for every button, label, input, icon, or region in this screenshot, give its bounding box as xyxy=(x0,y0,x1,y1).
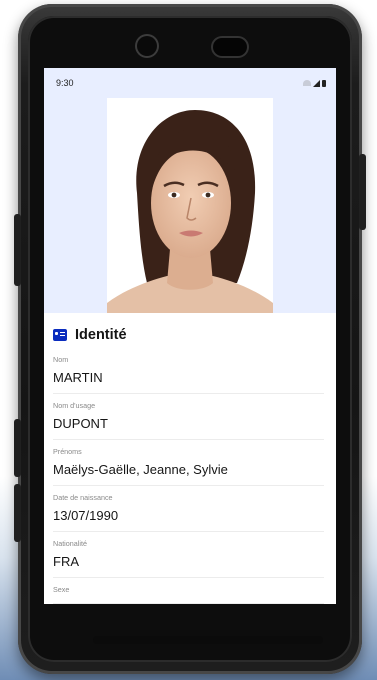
field-nom-usage: Nom d'usage DUPONT xyxy=(53,401,324,440)
volume-up-button xyxy=(14,419,21,477)
stage: 9:30 Identité Nom MARTIN Nom d'usage DUP… xyxy=(0,0,377,680)
field-value: DUPONT xyxy=(53,416,108,431)
bottom-speaker xyxy=(93,636,323,644)
sensor-icon xyxy=(213,38,247,56)
field-nationalite: Nationalité FRA xyxy=(53,539,324,578)
volume-down-button xyxy=(14,484,21,542)
status-icons xyxy=(303,79,326,87)
status-time: 9:30 xyxy=(56,78,74,88)
power-button xyxy=(359,154,366,230)
signal-icon xyxy=(313,79,320,87)
identity-header: Identité xyxy=(53,327,324,343)
battery-icon xyxy=(322,79,326,87)
identity-photo xyxy=(107,98,273,313)
section-title: Identité xyxy=(75,327,127,343)
field-prenoms: Prénoms Maëlys-Gaëlle, Jeanne, Sylvie xyxy=(53,447,324,486)
front-camera-icon xyxy=(137,36,157,56)
portrait-image xyxy=(107,98,273,313)
field-label: Nom xyxy=(53,355,69,364)
field-value: FRA xyxy=(53,554,79,569)
field-value: 13/07/1990 xyxy=(53,508,119,523)
field-label: Prénoms xyxy=(53,447,82,456)
identity-section: Identité Nom MARTIN Nom d'usage DUPONT P… xyxy=(44,313,336,604)
field-label: Sexe xyxy=(53,585,70,594)
field-value: Maëlys-Gaëlle, Jeanne, Sylvie xyxy=(53,462,228,477)
field-nom: Nom MARTIN xyxy=(53,355,324,394)
field-label: Nationalité xyxy=(53,539,87,548)
status-bar: 9:30 xyxy=(44,68,336,98)
side-button xyxy=(14,214,21,286)
photo-band xyxy=(44,98,336,313)
field-value: MARTIN xyxy=(53,370,103,385)
field-label: Nom d'usage xyxy=(53,401,96,410)
field-label: Date de naissance xyxy=(53,493,113,502)
id-card-icon xyxy=(53,329,67,341)
field-sexe: Sexe xyxy=(53,585,324,604)
field-date-naissance: Date de naissance 13/07/1990 xyxy=(53,493,324,532)
phone-screen: 9:30 Identité Nom MARTIN Nom d'usage DUP… xyxy=(44,68,336,604)
wifi-icon xyxy=(303,80,311,86)
